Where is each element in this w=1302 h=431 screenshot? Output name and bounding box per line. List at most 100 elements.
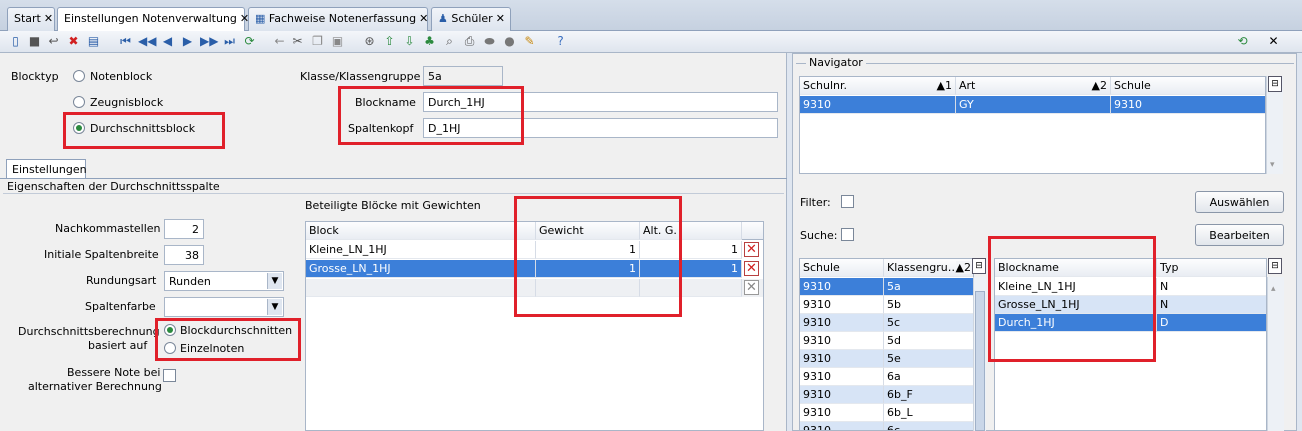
bulb-icon[interactable]: ● (502, 34, 517, 49)
col-schulnr[interactable]: Schulnr. ▲1 (800, 77, 956, 95)
prev-icon[interactable]: ◀ (160, 34, 175, 49)
help-icon[interactable]: ? (553, 34, 568, 49)
cell-schule[interactable]: 9310 (1111, 96, 1265, 114)
cut-icon[interactable]: ✂ (290, 34, 305, 49)
scrollbar[interactable] (1267, 277, 1284, 431)
farbe-select[interactable]: ▼ (164, 297, 284, 317)
table-row[interactable]: 9310 5b (800, 296, 973, 314)
column-chooser-icon[interactable]: ⊟ (1268, 76, 1282, 92)
cell-schule[interactable]: 9310 (800, 332, 884, 350)
tab-fachweise-notenerfassung[interactable]: ▦ Fachweise Notenerfassung ✕ (248, 7, 428, 31)
filter-checkbox[interactable] (841, 195, 854, 208)
tree-icon[interactable]: ♣ (422, 34, 437, 49)
cell-klasse[interactable]: 5b (884, 296, 973, 314)
table-row[interactable]: 9310 6b_F (800, 386, 973, 404)
radio-zeugnisblock[interactable] (73, 96, 85, 108)
next-icon[interactable]: ▶ (180, 34, 195, 49)
suche-checkbox[interactable] (841, 228, 854, 241)
undo-icon[interactable]: ↩ (46, 34, 61, 49)
spaltenbreite-field[interactable]: 38 (164, 245, 204, 265)
cell-art[interactable]: GY (956, 96, 1111, 114)
table-row[interactable]: 9310 5a (800, 278, 973, 296)
column-chooser-icon[interactable]: ⊟ (1268, 258, 1282, 274)
scroll-down-icon[interactable]: ▾ (1270, 160, 1275, 170)
rundung-select[interactable]: Runden ▼ (164, 271, 284, 291)
table-row[interactable]: 9310 5e (800, 350, 973, 368)
col-typ[interactable]: Typ (1157, 259, 1266, 277)
delete-row-icon[interactable]: ✕ (744, 261, 759, 276)
save-icon[interactable]: ■ (27, 34, 42, 49)
cell-klasse[interactable]: 6b_F (884, 386, 973, 404)
auswaehlen-button[interactable]: Auswählen (1195, 191, 1284, 213)
table-row[interactable]: 9310 5d (800, 332, 973, 350)
table-row[interactable]: 9310 6c (800, 422, 973, 430)
table-row[interactable]: 9310 6b_L (800, 404, 973, 422)
new-icon[interactable]: ▯ (8, 34, 23, 49)
delete-row-icon[interactable]: ✕ (744, 242, 759, 257)
cell-klasse[interactable]: 5e (884, 350, 973, 368)
paste-icon[interactable]: ▣ (330, 34, 345, 49)
cell-typ[interactable]: N (1157, 278, 1266, 296)
cell-klasse[interactable]: 6c (884, 422, 973, 430)
wizard-icon[interactable]: ✎ (522, 34, 537, 49)
col-art[interactable]: Art ▲2 (956, 77, 1111, 95)
delete-row-icon[interactable]: ✕ (744, 280, 759, 295)
close-icon[interactable]: ✕ (44, 12, 53, 25)
close-icon[interactable]: ✕ (419, 12, 428, 25)
print-icon[interactable]: ⎙ (462, 34, 477, 49)
prev-page-icon[interactable]: ◀◀ (138, 34, 156, 49)
col-schule[interactable]: Schule (800, 259, 884, 277)
search-icon[interactable]: ⌕ (442, 34, 457, 49)
klasse-field[interactable]: 5a (423, 66, 503, 86)
cell-block-new[interactable] (306, 279, 536, 297)
close-view-icon[interactable]: ✕ (1266, 34, 1281, 49)
cell-block[interactable]: Grosse_LN_1HJ (306, 260, 536, 278)
tab-schueler[interactable]: ♟ Schüler ✕ (431, 7, 511, 31)
cell-klasse[interactable]: 5d (884, 332, 973, 350)
bearbeiten-button[interactable]: Bearbeiten (1195, 224, 1284, 246)
cell-schule[interactable]: 9310 (800, 296, 884, 314)
cell-schule[interactable]: 9310 (800, 368, 884, 386)
cell-schule[interactable]: 9310 (800, 386, 884, 404)
cell-schule[interactable]: 9310 (800, 404, 884, 422)
nachkomma-field[interactable]: 2 (164, 219, 204, 239)
cell-klasse[interactable]: 5c (884, 314, 973, 332)
cell-klasse[interactable]: 6a (884, 368, 973, 386)
filter-icon[interactable]: ⊛ (362, 34, 377, 49)
scroll-up-icon[interactable]: ▴ (1271, 284, 1276, 294)
export-icon[interactable]: ⇩ (402, 34, 417, 49)
chevron-down-icon[interactable]: ▼ (267, 273, 282, 289)
scrollbar-thumb[interactable] (975, 291, 985, 431)
col-schule[interactable]: Schule (1111, 77, 1265, 95)
cell-klasse[interactable]: 6b_L (884, 404, 973, 422)
next-page-icon[interactable]: ▶▶ (200, 34, 218, 49)
tab-einstellungen[interactable]: Einstellungen (6, 159, 87, 179)
table-row[interactable]: 9310 5c (800, 314, 973, 332)
sync-icon[interactable]: ⟲ (1235, 34, 1250, 49)
back-icon[interactable]: ← (272, 34, 287, 49)
col-klassengruppe[interactable]: Klassengru… ▲2 (884, 259, 973, 277)
first-icon[interactable]: ⏮ (118, 34, 133, 49)
chevron-down-icon[interactable]: ▼ (267, 299, 282, 315)
tab-einstellungen-notenverwaltung[interactable]: Einstellungen Notenverwaltung ✕ (57, 7, 249, 32)
link-icon[interactable]: ⬬ (482, 34, 497, 49)
table-row[interactable]: 9310 6a (800, 368, 973, 386)
cell-typ[interactable]: N (1157, 296, 1266, 314)
refresh-icon[interactable]: ⟳ (242, 34, 257, 49)
column-chooser-icon[interactable]: ⊟ (972, 258, 986, 274)
table-row[interactable]: 9310 GY 9310 (800, 96, 1265, 114)
col-block[interactable]: Block (306, 222, 536, 240)
cell-schule[interactable]: 9310 (800, 314, 884, 332)
scrollbar[interactable] (973, 277, 986, 431)
cell-schule[interactable]: 9310 (800, 278, 884, 296)
import-icon[interactable]: ⇧ (382, 34, 397, 49)
cell-klasse[interactable]: 5a (884, 278, 973, 296)
bessere-note-checkbox[interactable] (163, 369, 176, 382)
cell-schule[interactable]: 9310 (800, 350, 884, 368)
cell-typ[interactable]: D (1157, 314, 1266, 332)
last-icon[interactable]: ⏭ (222, 34, 237, 49)
cell-schulnr[interactable]: 9310 (800, 96, 956, 114)
close-icon[interactable]: ✕ (496, 12, 505, 25)
cell-block[interactable]: Kleine_LN_1HJ (306, 241, 536, 259)
radio-notenblock[interactable] (73, 70, 85, 82)
